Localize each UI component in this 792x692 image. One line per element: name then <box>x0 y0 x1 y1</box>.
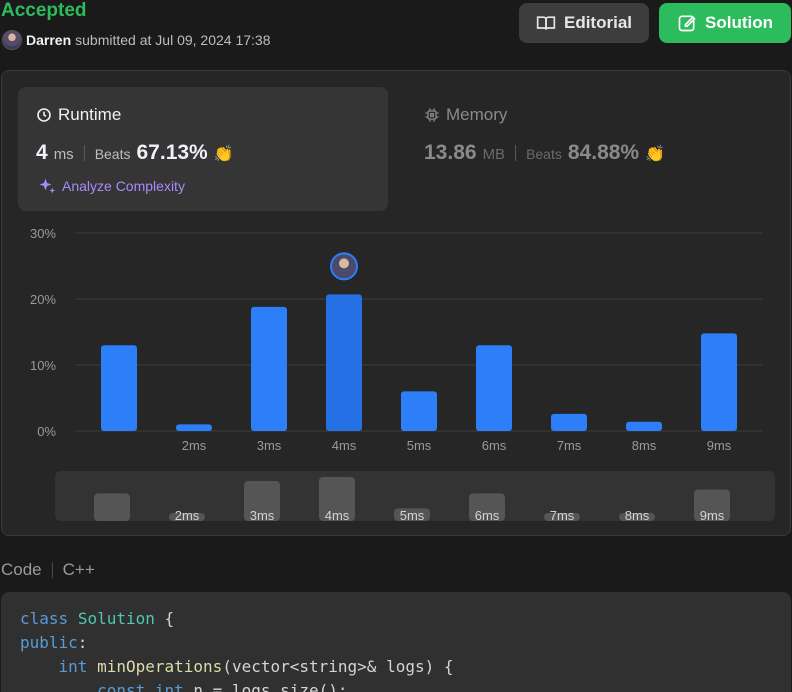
bar[interactable] <box>326 294 362 431</box>
overview-tick-label: 7ms <box>550 508 575 523</box>
code-token: int <box>58 657 88 676</box>
overview-bar[interactable] <box>94 493 130 521</box>
divider <box>51 562 53 578</box>
code-line: class Solution { <box>20 607 772 631</box>
code-token: { <box>154 609 175 628</box>
x-tick-label: 3ms <box>257 438 282 453</box>
code-token: class <box>20 609 69 628</box>
code-token: public <box>20 633 78 652</box>
overview-tick-label: 2ms <box>175 508 200 523</box>
overview-tick-label: 4ms <box>325 508 350 523</box>
code-line: const int n = logs.size(); <box>20 679 772 692</box>
y-tick-label: 20% <box>30 292 56 307</box>
code-line: public: <box>20 631 772 655</box>
code-header: Code C++ <box>1 560 95 580</box>
bar[interactable] <box>101 345 137 431</box>
y-tick-label: 0% <box>37 424 56 439</box>
overview-tick-label: 3ms <box>250 508 275 523</box>
overview-tick-label: 8ms <box>625 508 650 523</box>
code-token: minOperations <box>97 657 223 676</box>
overview-tick-label: 5ms <box>400 508 425 523</box>
x-tick-label: 2ms <box>182 438 207 453</box>
bar[interactable] <box>401 391 437 431</box>
x-tick-label: 7ms <box>557 438 582 453</box>
x-tick-label: 9ms <box>707 438 732 453</box>
code-token: Solution <box>77 609 155 628</box>
code-token: int <box>154 681 184 692</box>
runtime-distribution-chart[interactable]: 30% 20% 10% 0% 2ms 3ms 4ms 5ms 6ms 7ms 8ms 9ms 2ms 3m… <box>0 0 792 540</box>
x-tick-label: 8ms <box>632 438 657 453</box>
bar[interactable] <box>251 306 287 431</box>
code-token: n = logs.size(); <box>183 681 348 692</box>
overview-tick-label: 6ms <box>475 508 500 523</box>
x-tick-label: 5ms <box>407 438 432 453</box>
avatar-face <box>339 258 349 269</box>
bar[interactable] <box>176 424 212 431</box>
bar[interactable] <box>626 421 662 431</box>
x-tick-label: 4ms <box>332 438 357 453</box>
code-token: (vector<string>& logs) { <box>222 657 454 676</box>
y-tick-label: 10% <box>30 358 56 373</box>
code-token: : <box>77 633 88 652</box>
code-block[interactable]: class Solution {public: int minOperation… <box>1 592 791 692</box>
bar[interactable] <box>476 345 512 431</box>
code-language: C++ <box>62 560 95 579</box>
bar[interactable] <box>551 413 587 431</box>
overview-tick-label: 9ms <box>700 508 725 523</box>
code-label: Code <box>1 560 42 579</box>
code-line: int minOperations(vector<string>& logs) … <box>20 655 772 679</box>
code-token: const <box>97 681 146 692</box>
y-tick-label: 30% <box>30 226 56 241</box>
bar[interactable] <box>701 333 737 431</box>
x-tick-label: 6ms <box>482 438 507 453</box>
